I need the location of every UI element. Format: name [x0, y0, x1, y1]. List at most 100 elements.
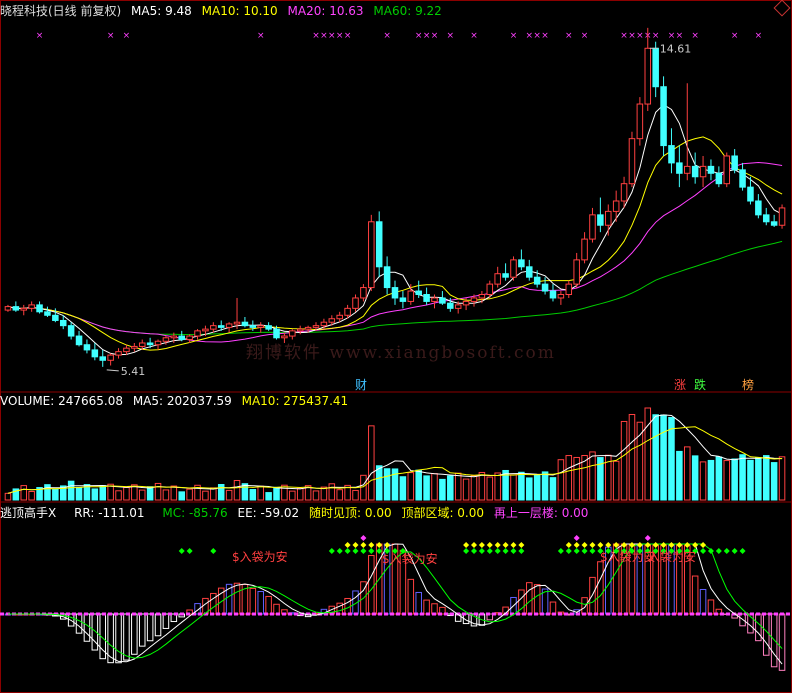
candlesticks [4, 27, 786, 367]
volume-bar [636, 421, 644, 501]
candle-body [328, 318, 336, 323]
indicator-bar [75, 613, 83, 634]
x-marker: × [755, 31, 763, 41]
candle-body [644, 47, 652, 105]
indicator-bar [131, 613, 138, 655]
candle-body [573, 259, 580, 285]
candle-body [739, 169, 746, 188]
candle-body [75, 335, 83, 346]
signal-diamond [597, 542, 604, 548]
signal-diamond [178, 548, 185, 554]
candle-body [533, 276, 541, 285]
mc-value: MC: -85.76 [162, 506, 228, 520]
candle-body [415, 290, 422, 296]
volume-bar [289, 490, 296, 501]
signal-diamond [368, 548, 375, 554]
candle-body [462, 300, 470, 306]
signal-diamond [660, 542, 667, 548]
x-marker: × [628, 31, 636, 41]
volume-bar [115, 490, 122, 501]
volume-bar [447, 475, 454, 501]
candle-body [431, 297, 438, 302]
x-marker: × [541, 31, 549, 41]
volume-bar [762, 455, 770, 501]
volume-bar [423, 475, 430, 501]
signal-diamond [336, 548, 343, 554]
volume-bar [565, 455, 573, 501]
candle-body [407, 290, 415, 302]
volume-bar [628, 413, 636, 501]
candle-body [304, 326, 312, 330]
signal-diamond [518, 542, 525, 548]
candle-body [217, 325, 225, 328]
candle-body [162, 337, 170, 342]
signal-diamond [589, 548, 596, 554]
signal-diamond [557, 548, 564, 554]
volume-bar [4, 492, 12, 501]
candle-body [715, 172, 723, 185]
candle-body [707, 165, 715, 174]
indicator-name: 逃顶高手X [0, 506, 57, 520]
signal-diamond [186, 548, 193, 554]
signal-diamond [565, 542, 572, 548]
volume-bar [644, 407, 652, 501]
volume-bar [486, 476, 494, 501]
volume-ma5: MA5: 202037.59 [132, 394, 232, 408]
volume-bar [257, 485, 264, 501]
signal-diamond [700, 548, 707, 554]
candle-body [296, 328, 304, 332]
volume-bar [699, 461, 707, 501]
candle-body [4, 306, 12, 311]
candle-body [83, 344, 91, 351]
candle-body [99, 356, 107, 361]
x-marker: × [320, 31, 328, 41]
volume-bar [186, 488, 193, 501]
x-marker: × [581, 31, 589, 41]
signal-diamond [723, 548, 730, 554]
volume-bar [352, 489, 359, 501]
volume-bar [731, 458, 738, 501]
badge-3: 榜 [742, 377, 754, 392]
volume-bar [549, 477, 557, 501]
candle-body [454, 304, 462, 309]
indicator-bar [83, 613, 91, 642]
candle-body [699, 165, 707, 178]
candle-body [107, 354, 114, 361]
volume-bar [676, 450, 683, 501]
x-marker: × [620, 31, 628, 41]
ma5-value: MA5: 9.48 [131, 4, 192, 18]
candle-body [423, 294, 430, 302]
candle-body [652, 47, 659, 88]
ma20-value: MA20: 10.63 [287, 4, 364, 18]
signal-diamond [621, 542, 628, 548]
signal-diamond [581, 548, 588, 554]
candle-body [557, 294, 565, 299]
candle-body [241, 321, 249, 327]
volume-bar [683, 446, 691, 501]
volume-bar [383, 468, 391, 501]
candle-body [391, 287, 399, 299]
signal-diamond [463, 542, 470, 548]
signal-diamond [589, 542, 596, 548]
candle-body [138, 342, 146, 347]
signal-diamond [502, 542, 509, 548]
signal-diamond [344, 548, 351, 554]
volume-bar [273, 486, 280, 501]
signal-diamond [494, 548, 501, 554]
x-marker: × [668, 31, 676, 41]
candle-body [202, 328, 209, 332]
t2-value: 顶部区域: 0.00 [401, 506, 485, 520]
volume-bar [368, 425, 375, 501]
volume-bar [44, 484, 51, 501]
indicator-bar [249, 587, 257, 615]
volume-bar [202, 490, 209, 501]
x-marker: × [510, 31, 518, 41]
indicator-bar [257, 591, 264, 615]
candle-body [636, 103, 644, 140]
candle-body [59, 319, 67, 327]
candle-body [312, 325, 320, 328]
badge-2: 跌 [694, 377, 706, 392]
ma10-line [7, 136, 783, 351]
candle-body [676, 162, 683, 174]
candle-body [526, 266, 533, 278]
